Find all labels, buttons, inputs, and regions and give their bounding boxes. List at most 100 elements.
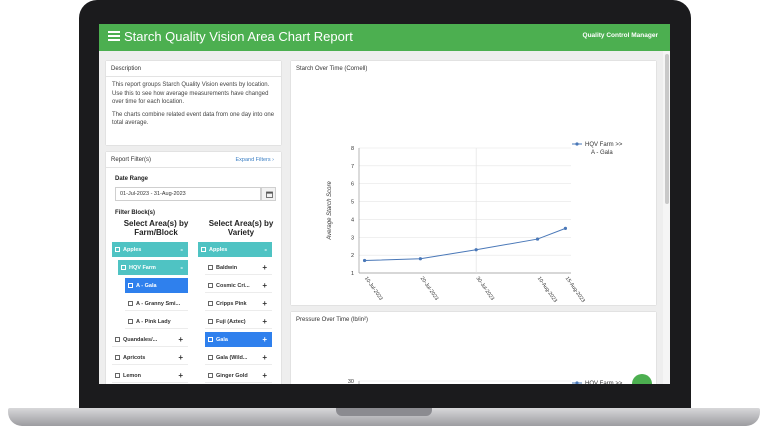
description-text: This report groups Starch Quality Vision… — [106, 77, 281, 128]
x-tick-label: 20-Jul-2023 — [419, 276, 440, 302]
node-label: A - Granny Smi... — [136, 301, 181, 307]
node-label: HQV Farm — [129, 265, 156, 271]
filter-card: Report Filter(s) Expand Filters › Date R… — [106, 152, 281, 384]
laptop-notch — [336, 408, 432, 416]
expand-icon[interactable]: + — [262, 281, 267, 290]
farm-node-apples[interactable]: Apples - — [112, 242, 188, 257]
y-axis-label: Average Starch Score — [327, 181, 333, 241]
starch-chart-title: Starch Over Time (Cornell) — [296, 66, 368, 72]
description-title: Description — [106, 61, 281, 77]
y-tick-label: 4 — [351, 217, 354, 223]
x-tick-label: 15-Aug-2023 — [564, 276, 586, 303]
checkbox[interactable] — [128, 301, 133, 306]
farm-node-quandales[interactable]: Quandales/... + — [112, 332, 188, 347]
starch-chart-card: Starch Over Time (Cornell) 1 2 3 4 5 6 7 8 10-Ju… — [291, 61, 656, 305]
variety-node-apples[interactable]: Apples - — [198, 242, 272, 257]
checkbox[interactable] — [115, 355, 120, 360]
checkbox[interactable] — [208, 265, 213, 270]
y-tick-label: 1 — [351, 271, 354, 277]
checkbox[interactable] — [208, 373, 213, 378]
farm-node-apricots[interactable]: Apricots + — [112, 350, 188, 365]
user-role-menu[interactable]: Quality Control Manager — [583, 32, 658, 39]
app-screen: Starch Quality Vision Area Chart Report … — [99, 24, 670, 384]
starch-chart: 1 2 3 4 5 6 7 8 10-Jul-2023 20-Jul-2023 30-Jul-202… — [327, 142, 623, 303]
checkbox[interactable] — [208, 337, 213, 342]
filter-title: Report Filter(s) — [111, 157, 152, 163]
expand-icon[interactable]: + — [262, 263, 267, 272]
node-label: Fuji (Aztec) — [216, 319, 246, 325]
checkbox[interactable] — [201, 247, 206, 252]
expand-icon[interactable]: + — [262, 317, 267, 326]
node-label: Gala — [216, 337, 228, 343]
expand-filters-link[interactable]: Expand Filters › — [235, 157, 274, 163]
variety-node-cripps-pink[interactable]: Cripps Pink + — [205, 296, 272, 311]
collapse-icon[interactable]: - — [180, 263, 183, 272]
checkbox[interactable] — [115, 373, 120, 378]
expand-icon[interactable]: + — [178, 353, 183, 362]
node-label: A - Pink Lady — [136, 319, 171, 325]
farm-node-lemon[interactable]: Lemon + — [112, 368, 188, 383]
y-tick-label: 7 — [351, 164, 354, 170]
expand-icon[interactable]: + — [262, 353, 267, 362]
y-tick-label: 6 — [351, 182, 354, 188]
expand-icon[interactable]: + — [178, 335, 183, 344]
y-tick-label: 5 — [351, 200, 354, 206]
checkbox[interactable] — [128, 283, 133, 288]
expand-icon[interactable]: + — [262, 371, 267, 380]
y-tick-label: 30 — [348, 379, 354, 384]
scrollbar-thumb[interactable] — [665, 54, 669, 204]
node-label: Apples — [123, 247, 142, 253]
x-tick-label: 10-Jul-2023 — [363, 276, 384, 302]
node-label: Quandales/... — [123, 337, 158, 343]
filter-header: Report Filter(s) Expand Filters › — [106, 152, 281, 168]
checkbox[interactable] — [208, 355, 213, 360]
node-label: Apricots — [123, 355, 146, 361]
legend-label: A - Gala — [591, 150, 613, 156]
collapse-icon[interactable]: - — [264, 245, 267, 254]
pressure-chart-title: Pressure Over Time (lb/in²) — [296, 317, 369, 323]
farm-node-a-gala[interactable]: A - Gala — [125, 278, 188, 293]
variety-node-baldwin[interactable]: Baldwin + — [205, 260, 272, 275]
description-paragraph-2: The charts combine related event data fr… — [112, 111, 275, 127]
farm-column-title: Select Area(s) by Farm/Block — [123, 219, 189, 237]
chevron-right-icon: › — [272, 157, 274, 163]
checkbox[interactable] — [121, 265, 126, 270]
calendar-button[interactable] — [261, 187, 276, 201]
node-label: Gala (Wild... — [216, 355, 248, 361]
variety-node-gala[interactable]: Gala + — [205, 332, 272, 347]
node-label: Cosmic Cri... — [216, 283, 250, 289]
checkbox[interactable] — [208, 283, 213, 288]
checkbox[interactable] — [115, 247, 120, 252]
checkbox[interactable] — [128, 319, 133, 324]
node-label: Baldwin — [216, 265, 238, 271]
variety-node-gala-wild[interactable]: Gala (Wild... + — [205, 350, 272, 365]
variety-node-ginger-gold[interactable]: Ginger Gold + — [205, 368, 272, 383]
expand-icon[interactable]: + — [178, 371, 183, 380]
checkbox[interactable] — [208, 301, 213, 306]
date-range-input[interactable]: 01-Jul-2023 - 31-Aug-2023 — [115, 187, 261, 201]
farm-node-hqv-farm[interactable]: HQV Farm - — [118, 260, 188, 275]
description-paragraph-1: This report groups Starch Quality Vision… — [112, 82, 270, 106]
node-label: Ginger Gold — [216, 373, 248, 379]
farm-node-a-pink-lady[interactable]: A - Pink Lady — [125, 314, 188, 329]
legend-marker — [575, 142, 579, 146]
data-point — [474, 248, 478, 252]
checkbox[interactable] — [208, 319, 213, 324]
data-point — [535, 237, 540, 241]
variety-node-cosmic-crisp[interactable]: Cosmic Cri... + — [205, 278, 272, 293]
data-point — [563, 226, 568, 230]
collapse-icon[interactable]: - — [180, 245, 183, 254]
expand-filters-label: Expand Filters — [235, 157, 271, 163]
checkbox[interactable] — [115, 337, 120, 342]
menu-icon[interactable] — [108, 31, 120, 43]
y-tick-label: 8 — [351, 146, 354, 152]
expand-icon[interactable]: + — [262, 299, 267, 308]
pressure-chart: 30 HQV Farm >> — [348, 379, 623, 384]
variety-node-fuji[interactable]: Fuji (Aztec) + — [205, 314, 272, 329]
expand-icon[interactable]: + — [262, 335, 267, 344]
y-tick-label: 2 — [351, 253, 354, 259]
variety-column-title: Select Area(s) by Variety — [208, 219, 274, 237]
y-tick-label: 3 — [351, 235, 354, 241]
date-range-label: Date Range — [115, 176, 149, 182]
farm-node-a-granny-smith[interactable]: A - Granny Smi... — [125, 296, 188, 311]
